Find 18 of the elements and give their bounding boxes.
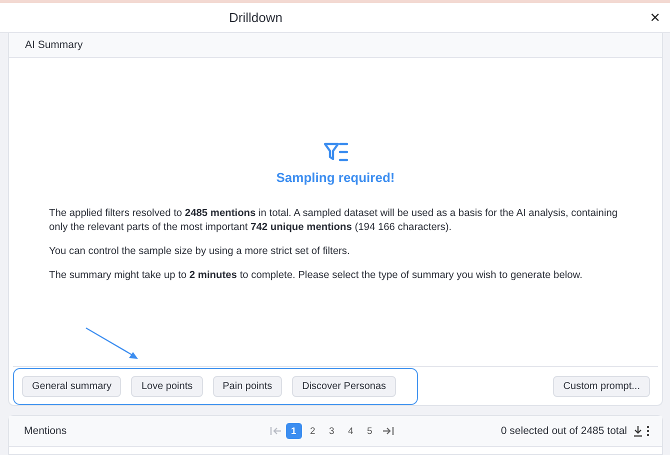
summary-type-button[interactable]: Discover Personas <box>292 376 396 396</box>
selection-count: 0 selected out of 2485 total <box>500 425 627 437</box>
custom-prompt-button[interactable]: Custom prompt... <box>553 376 650 396</box>
info-paragraph: You can control the sample size by using a more strict set of filters. <box>49 245 351 259</box>
summary-type-button[interactable]: General summary <box>22 376 122 396</box>
sampling-heading: Sampling required! <box>276 170 395 185</box>
summary-type-button[interactable]: Love points <box>131 376 203 396</box>
page-button[interactable]: 4 <box>342 423 359 439</box>
card-title: AI Summary <box>25 39 83 51</box>
close-button[interactable]: × <box>646 8 664 28</box>
info-paragraph: The applied filters resolved to 2485 mentions in total. A sampled dataset will be used as a basis for the AI analysis, containing only the relevant parts of the most important 742 unique mentions (194 166 characters). <box>49 207 619 235</box>
page-button[interactable]: 2 <box>304 423 321 439</box>
window-title: Drilldown <box>229 10 284 25</box>
info-paragraph: The summary might take up to 2 minutes to complete. Please select the type of summary you wish to generate below. <box>49 269 584 283</box>
card-title: Mentions <box>24 425 67 437</box>
page-button[interactable]: 5 <box>362 423 378 439</box>
summary-type-button[interactable]: Pain points <box>212 376 282 396</box>
page-button[interactable]: 3 <box>324 423 340 439</box>
